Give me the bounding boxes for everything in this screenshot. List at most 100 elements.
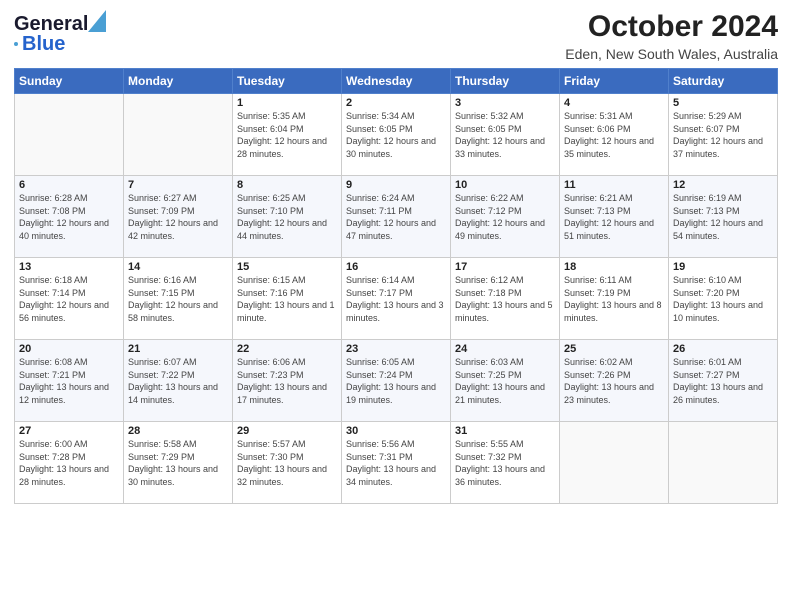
day-number: 4 <box>564 97 664 109</box>
cell-info: Sunrise: 5:34 AMSunset: 6:05 PMDaylight:… <box>346 110 446 160</box>
calendar-cell: 17Sunrise: 6:12 AMSunset: 7:18 PMDayligh… <box>451 258 560 340</box>
day-number: 21 <box>128 343 228 355</box>
cell-info: Sunrise: 6:21 AMSunset: 7:13 PMDaylight:… <box>564 192 664 242</box>
calendar-cell: 23Sunrise: 6:05 AMSunset: 7:24 PMDayligh… <box>342 340 451 422</box>
day-number: 15 <box>237 261 337 273</box>
cell-info: Sunrise: 5:31 AMSunset: 6:06 PMDaylight:… <box>564 110 664 160</box>
title-block: October 2024 Eden, New South Wales, Aust… <box>565 10 778 62</box>
day-number: 7 <box>128 179 228 191</box>
logo-icon <box>88 10 106 32</box>
week-row-4: 20Sunrise: 6:08 AMSunset: 7:21 PMDayligh… <box>15 340 778 422</box>
calendar-cell <box>15 94 124 176</box>
weekday-header-sunday: Sunday <box>15 69 124 94</box>
weekday-header-thursday: Thursday <box>451 69 560 94</box>
cell-info: Sunrise: 6:05 AMSunset: 7:24 PMDaylight:… <box>346 356 446 406</box>
calendar-cell: 28Sunrise: 5:58 AMSunset: 7:29 PMDayligh… <box>124 422 233 504</box>
cell-info: Sunrise: 6:24 AMSunset: 7:11 PMDaylight:… <box>346 192 446 242</box>
calendar-cell: 18Sunrise: 6:11 AMSunset: 7:19 PMDayligh… <box>560 258 669 340</box>
logo: General Blue <box>14 10 106 54</box>
week-row-2: 6Sunrise: 6:28 AMSunset: 7:08 PMDaylight… <box>15 176 778 258</box>
day-number: 22 <box>237 343 337 355</box>
cell-info: Sunrise: 6:11 AMSunset: 7:19 PMDaylight:… <box>564 274 664 324</box>
month-title: October 2024 <box>565 10 778 44</box>
calendar-cell: 7Sunrise: 6:27 AMSunset: 7:09 PMDaylight… <box>124 176 233 258</box>
day-number: 5 <box>673 97 773 109</box>
calendar-cell: 19Sunrise: 6:10 AMSunset: 7:20 PMDayligh… <box>669 258 778 340</box>
cell-info: Sunrise: 5:32 AMSunset: 6:05 PMDaylight:… <box>455 110 555 160</box>
day-number: 10 <box>455 179 555 191</box>
calendar-cell: 27Sunrise: 6:00 AMSunset: 7:28 PMDayligh… <box>15 422 124 504</box>
day-number: 28 <box>128 425 228 437</box>
logo-general: General <box>14 14 88 34</box>
calendar-cell: 21Sunrise: 6:07 AMSunset: 7:22 PMDayligh… <box>124 340 233 422</box>
day-number: 16 <box>346 261 446 273</box>
day-number: 29 <box>237 425 337 437</box>
calendar-cell: 4Sunrise: 5:31 AMSunset: 6:06 PMDaylight… <box>560 94 669 176</box>
day-number: 31 <box>455 425 555 437</box>
day-number: 27 <box>19 425 119 437</box>
calendar-cell <box>560 422 669 504</box>
cell-info: Sunrise: 5:56 AMSunset: 7:31 PMDaylight:… <box>346 438 446 488</box>
cell-info: Sunrise: 6:03 AMSunset: 7:25 PMDaylight:… <box>455 356 555 406</box>
cell-info: Sunrise: 5:57 AMSunset: 7:30 PMDaylight:… <box>237 438 337 488</box>
calendar-cell: 24Sunrise: 6:03 AMSunset: 7:25 PMDayligh… <box>451 340 560 422</box>
day-number: 23 <box>346 343 446 355</box>
cell-info: Sunrise: 6:10 AMSunset: 7:20 PMDaylight:… <box>673 274 773 324</box>
calendar-cell: 31Sunrise: 5:55 AMSunset: 7:32 PMDayligh… <box>451 422 560 504</box>
calendar-cell: 26Sunrise: 6:01 AMSunset: 7:27 PMDayligh… <box>669 340 778 422</box>
day-number: 12 <box>673 179 773 191</box>
cell-info: Sunrise: 6:19 AMSunset: 7:13 PMDaylight:… <box>673 192 773 242</box>
calendar-cell: 9Sunrise: 6:24 AMSunset: 7:11 PMDaylight… <box>342 176 451 258</box>
day-number: 9 <box>346 179 446 191</box>
day-number: 6 <box>19 179 119 191</box>
day-number: 13 <box>19 261 119 273</box>
page: General Blue October 2024 Eden, New Sout… <box>0 0 792 612</box>
day-number: 14 <box>128 261 228 273</box>
cell-info: Sunrise: 6:07 AMSunset: 7:22 PMDaylight:… <box>128 356 228 406</box>
cell-info: Sunrise: 6:02 AMSunset: 7:26 PMDaylight:… <box>564 356 664 406</box>
calendar-table: SundayMondayTuesdayWednesdayThursdayFrid… <box>14 68 778 504</box>
day-number: 11 <box>564 179 664 191</box>
cell-info: Sunrise: 5:55 AMSunset: 7:32 PMDaylight:… <box>455 438 555 488</box>
calendar-cell: 10Sunrise: 6:22 AMSunset: 7:12 PMDayligh… <box>451 176 560 258</box>
weekday-header-saturday: Saturday <box>669 69 778 94</box>
cell-info: Sunrise: 6:22 AMSunset: 7:12 PMDaylight:… <box>455 192 555 242</box>
cell-info: Sunrise: 6:18 AMSunset: 7:14 PMDaylight:… <box>19 274 119 324</box>
logo-dot <box>14 42 18 46</box>
weekday-header-friday: Friday <box>560 69 669 94</box>
week-row-3: 13Sunrise: 6:18 AMSunset: 7:14 PMDayligh… <box>15 258 778 340</box>
calendar-cell: 25Sunrise: 6:02 AMSunset: 7:26 PMDayligh… <box>560 340 669 422</box>
header: General Blue October 2024 Eden, New Sout… <box>14 10 778 62</box>
logo-blue: Blue <box>22 34 65 54</box>
cell-info: Sunrise: 5:58 AMSunset: 7:29 PMDaylight:… <box>128 438 228 488</box>
cell-info: Sunrise: 6:06 AMSunset: 7:23 PMDaylight:… <box>237 356 337 406</box>
day-number: 1 <box>237 97 337 109</box>
calendar-cell: 15Sunrise: 6:15 AMSunset: 7:16 PMDayligh… <box>233 258 342 340</box>
weekday-header-row: SundayMondayTuesdayWednesdayThursdayFrid… <box>15 69 778 94</box>
calendar-cell: 13Sunrise: 6:18 AMSunset: 7:14 PMDayligh… <box>15 258 124 340</box>
day-number: 24 <box>455 343 555 355</box>
calendar-cell: 20Sunrise: 6:08 AMSunset: 7:21 PMDayligh… <box>15 340 124 422</box>
cell-info: Sunrise: 5:29 AMSunset: 6:07 PMDaylight:… <box>673 110 773 160</box>
calendar-cell: 16Sunrise: 6:14 AMSunset: 7:17 PMDayligh… <box>342 258 451 340</box>
week-row-5: 27Sunrise: 6:00 AMSunset: 7:28 PMDayligh… <box>15 422 778 504</box>
day-number: 18 <box>564 261 664 273</box>
calendar-cell: 3Sunrise: 5:32 AMSunset: 6:05 PMDaylight… <box>451 94 560 176</box>
calendar-cell: 2Sunrise: 5:34 AMSunset: 6:05 PMDaylight… <box>342 94 451 176</box>
cell-info: Sunrise: 6:27 AMSunset: 7:09 PMDaylight:… <box>128 192 228 242</box>
day-number: 3 <box>455 97 555 109</box>
day-number: 19 <box>673 261 773 273</box>
calendar-cell: 5Sunrise: 5:29 AMSunset: 6:07 PMDaylight… <box>669 94 778 176</box>
calendar-cell: 8Sunrise: 6:25 AMSunset: 7:10 PMDaylight… <box>233 176 342 258</box>
calendar-cell: 6Sunrise: 6:28 AMSunset: 7:08 PMDaylight… <box>15 176 124 258</box>
calendar-cell: 11Sunrise: 6:21 AMSunset: 7:13 PMDayligh… <box>560 176 669 258</box>
calendar-cell: 1Sunrise: 5:35 AMSunset: 6:04 PMDaylight… <box>233 94 342 176</box>
calendar-cell: 29Sunrise: 5:57 AMSunset: 7:30 PMDayligh… <box>233 422 342 504</box>
cell-info: Sunrise: 6:16 AMSunset: 7:15 PMDaylight:… <box>128 274 228 324</box>
cell-info: Sunrise: 6:08 AMSunset: 7:21 PMDaylight:… <box>19 356 119 406</box>
cell-info: Sunrise: 6:01 AMSunset: 7:27 PMDaylight:… <box>673 356 773 406</box>
day-number: 30 <box>346 425 446 437</box>
calendar-cell <box>124 94 233 176</box>
calendar-cell: 12Sunrise: 6:19 AMSunset: 7:13 PMDayligh… <box>669 176 778 258</box>
weekday-header-wednesday: Wednesday <box>342 69 451 94</box>
